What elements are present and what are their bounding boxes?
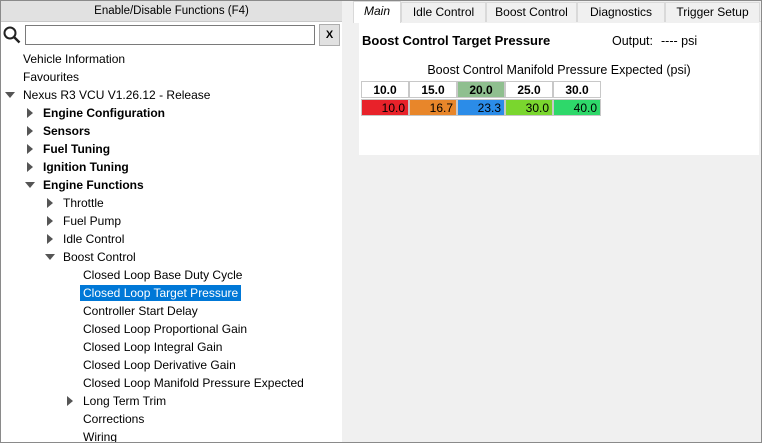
tree-item[interactable]: Vehicle Information — [1, 50, 342, 68]
tree-item-label: Fuel Pump — [63, 214, 122, 228]
tree-item[interactable]: Closed Loop Derivative Gain — [1, 356, 342, 374]
detail-pane: Main Idle Control Boost Control Diagnostics… — [353, 1, 761, 442]
collapsed-arrow-icon[interactable] — [45, 230, 55, 248]
clear-search-button[interactable]: X — [319, 24, 340, 46]
expanded-arrow-icon[interactable] — [25, 176, 35, 194]
tree-item-label: Idle Control — [63, 232, 125, 246]
tree-item-label: Fuel Tuning — [43, 142, 111, 156]
tree-item-label: Closed Loop Target Pressure — [80, 285, 242, 301]
tree-item[interactable]: Closed Loop Integral Gain — [1, 338, 342, 356]
tree-item-label: Closed Loop Integral Gain — [83, 340, 223, 354]
collapsed-arrow-icon[interactable] — [45, 212, 55, 230]
search-icon — [3, 26, 21, 44]
tree-item-label: Sensors — [43, 124, 91, 138]
collapsed-arrow-icon[interactable] — [45, 194, 55, 212]
tree-item[interactable]: Closed Loop Target Pressure — [1, 284, 342, 302]
tree-item[interactable]: Wiring — [1, 428, 342, 442]
output-label: Output: — [612, 34, 653, 48]
tree-item-label: Boost Control — [63, 250, 136, 264]
tree-item[interactable]: Nexus R3 VCU V1.26.12 - Release — [1, 86, 342, 104]
tree-item[interactable]: Controller Start Delay — [1, 302, 342, 320]
tree-item-label: Engine Functions — [43, 178, 144, 192]
tree-item[interactable]: Ignition Tuning — [1, 158, 342, 176]
expanded-arrow-icon[interactable] — [5, 86, 15, 104]
tree-item[interactable]: Fuel Tuning — [1, 140, 342, 158]
tab-diagnostics[interactable]: Diagnostics — [577, 2, 665, 22]
search-row: X — [1, 23, 342, 48]
tree-item-label: Engine Configuration — [43, 106, 165, 120]
tree-item[interactable]: Engine Configuration — [1, 104, 342, 122]
expanded-arrow-icon[interactable] — [45, 248, 55, 266]
main-tab-content: Boost Control Target Pressure Output: --… — [359, 23, 759, 155]
tree-item[interactable]: Closed Loop Proportional Gain — [1, 320, 342, 338]
table-header-cell[interactable]: 25.0 — [505, 81, 553, 98]
tree-item[interactable]: Sensors — [1, 122, 342, 140]
tree-item[interactable]: Idle Control — [1, 230, 342, 248]
tree-item-label: Vehicle Information — [23, 52, 126, 66]
tree-item-label: Long Term Trim — [83, 394, 167, 408]
output-value: ---- psi — [661, 34, 698, 48]
table-value-cell[interactable]: 30.0 — [505, 99, 553, 116]
tab-main[interactable]: Main — [353, 1, 401, 23]
collapsed-arrow-icon[interactable] — [65, 392, 75, 410]
tab-bar: Main Idle Control Boost Control Diagnostics… — [353, 1, 761, 23]
tree-item-label: Corrections — [83, 412, 145, 426]
tree-item[interactable]: Fuel Pump — [1, 212, 342, 230]
table-header-cell[interactable]: 15.0 — [409, 81, 457, 98]
enable-disable-functions-button[interactable]: Enable/Disable Functions (F4) — [1, 1, 342, 22]
tab-trigger-setup[interactable]: Trigger Setup — [665, 2, 760, 22]
tree-item-label: Closed Loop Manifold Pressure Expected — [83, 376, 304, 390]
tree-item-label: Favourites — [23, 70, 80, 84]
table-value-cell[interactable]: 40.0 — [553, 99, 601, 116]
table-header-cell[interactable]: 30.0 — [553, 81, 601, 98]
function-tree: Vehicle Information Favourites Nexus R3 VC… — [1, 50, 342, 442]
table-value-cell[interactable]: 16.7 — [409, 99, 457, 116]
tree-item-label: Nexus R3 VCU V1.26.12 - Release — [23, 88, 211, 102]
tree-item-label: Closed Loop Base Duty Cycle — [83, 268, 243, 282]
tree-item-label: Throttle — [63, 196, 104, 210]
tree-item[interactable]: Throttle — [1, 194, 342, 212]
collapsed-arrow-icon[interactable] — [25, 122, 35, 140]
table-value-cell[interactable]: 10.0 — [361, 99, 409, 116]
tree-item[interactable]: Favourites — [1, 68, 342, 86]
search-input[interactable] — [25, 25, 315, 45]
table-header-cell[interactable]: 10.0 — [361, 81, 409, 98]
tree-item[interactable]: Engine Functions — [1, 176, 342, 194]
tab-boost-control[interactable]: Boost Control — [486, 2, 577, 22]
tree-item-label: Closed Loop Proportional Gain — [83, 322, 248, 336]
collapsed-arrow-icon[interactable] — [25, 158, 35, 176]
tree-item-label: Ignition Tuning — [43, 160, 129, 174]
tree-item[interactable]: Long Term Trim — [1, 392, 342, 410]
collapsed-arrow-icon[interactable] — [25, 104, 35, 122]
tab-idle-control[interactable]: Idle Control — [401, 2, 486, 22]
tree-item[interactable]: Boost Control — [1, 248, 342, 266]
page-title: Boost Control Target Pressure — [362, 33, 551, 48]
tree-scrollbar[interactable] — [342, 1, 353, 442]
tree-item-label: Controller Start Delay — [83, 304, 198, 318]
table-title: Boost Control Manifold Pressure Expected… — [427, 63, 691, 77]
collapsed-arrow-icon[interactable] — [25, 140, 35, 158]
table-header-cell[interactable]: 20.0 — [457, 81, 505, 98]
tree-item-label: Wiring — [83, 430, 118, 442]
tree-item[interactable]: Closed Loop Manifold Pressure Expected — [1, 374, 342, 392]
tree-item-label: Closed Loop Derivative Gain — [83, 358, 236, 372]
tree-item[interactable]: Closed Loop Base Duty Cycle — [1, 266, 342, 284]
function-tree-pane: Enable/Disable Functions (F4) X Vehicle … — [1, 1, 345, 442]
tree-item[interactable]: Corrections — [1, 410, 342, 428]
table-value-cell[interactable]: 23.3 — [457, 99, 505, 116]
